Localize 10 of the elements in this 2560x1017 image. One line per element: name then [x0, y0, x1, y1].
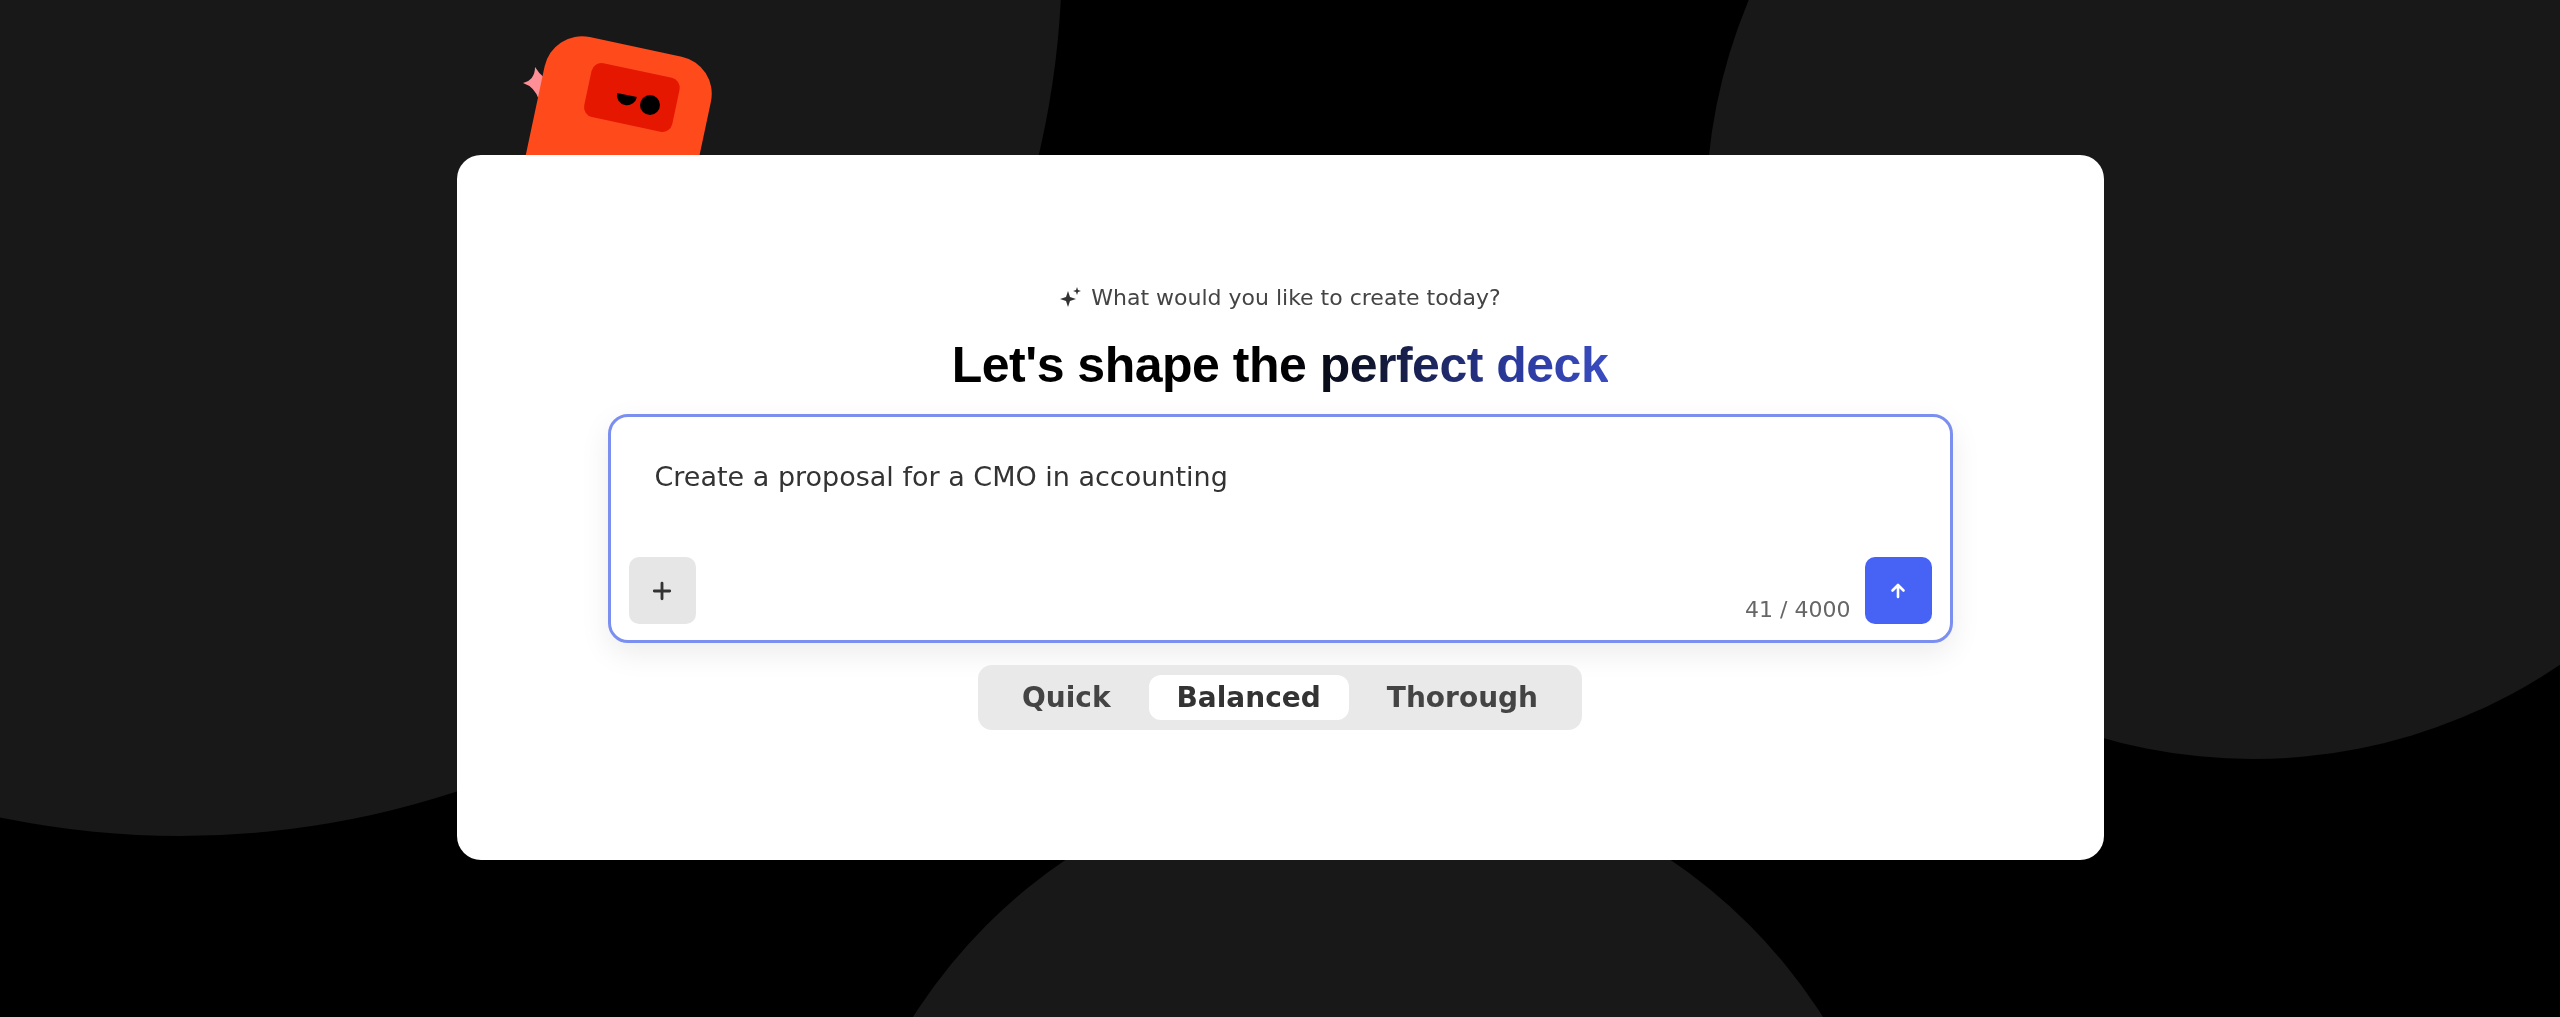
send-button[interactable] [1864, 557, 1932, 624]
plus-icon [651, 579, 673, 602]
mode-tab[interactable]: Balanced [1148, 675, 1349, 720]
prompt-input[interactable]: Create a proposal for a CMO in accounting [628, 437, 1932, 557]
add-button[interactable] [628, 557, 696, 624]
subtitle: What would you like to create today? [1091, 285, 1501, 310]
prompt-field[interactable]: Create a proposal for a CMO in accounting 41 / 4000 [607, 414, 1953, 643]
mode-tab[interactable]: Thorough [1358, 675, 1567, 720]
mode-tab[interactable]: Quick [993, 675, 1139, 720]
character-counter: 41 / 4000 [1745, 597, 1851, 624]
